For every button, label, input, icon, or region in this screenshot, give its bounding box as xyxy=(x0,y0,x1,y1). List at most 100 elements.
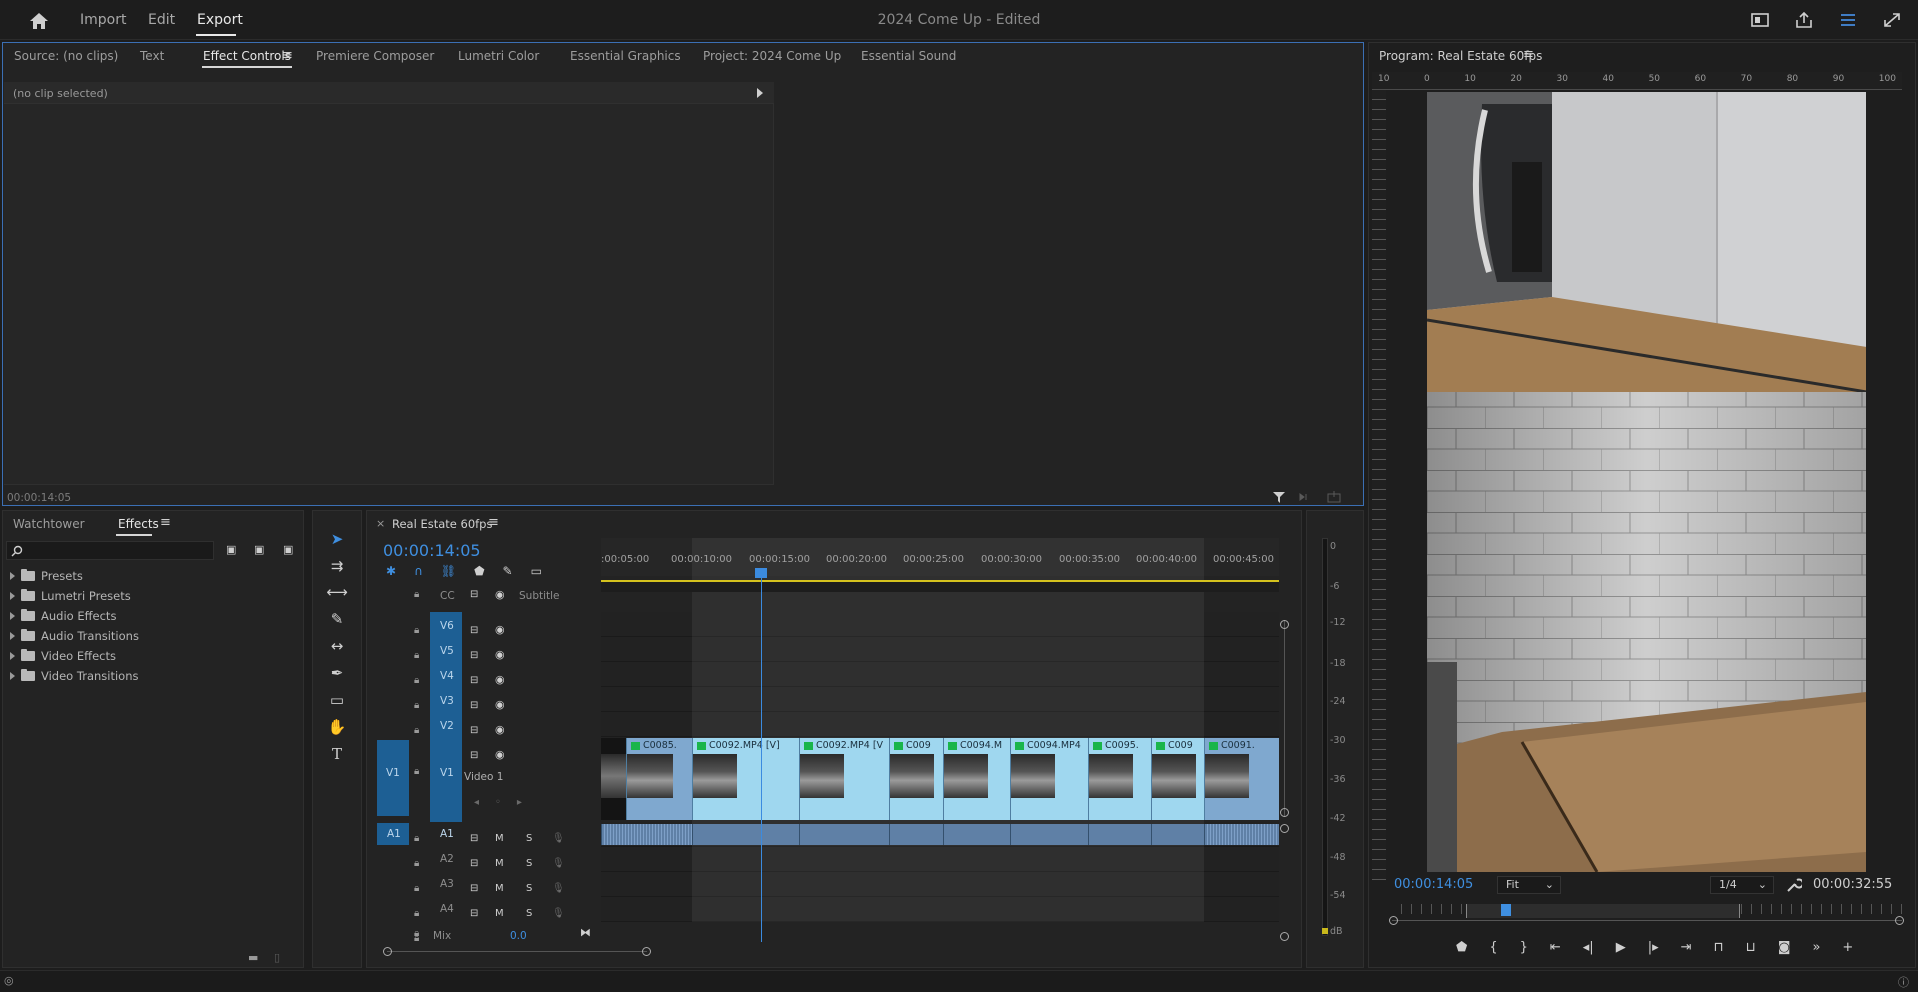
mute-button[interactable]: M xyxy=(495,826,504,851)
scroll-handle-right[interactable] xyxy=(1895,916,1904,925)
solo-button[interactable]: S xyxy=(526,851,532,876)
delete-icon[interactable]: ▯ xyxy=(274,951,280,964)
vertical-scrollbar-video[interactable] xyxy=(1284,620,1285,816)
eye-icon[interactable]: ◉ xyxy=(495,717,505,742)
toggle-sync-icon[interactable]: ⊟ xyxy=(470,876,478,901)
track-name-v2[interactable]: V2 xyxy=(440,720,454,732)
export-frame-icon[interactable] xyxy=(1326,490,1342,504)
razor-tool-icon[interactable]: ✎ xyxy=(322,607,352,631)
more-icon[interactable]: » xyxy=(1812,940,1820,955)
track-name-a3[interactable]: A3 xyxy=(440,878,454,890)
accelerated-effects-icon[interactable]: ▣ xyxy=(226,543,236,556)
tree-item-video-transitions[interactable]: Video Transitions xyxy=(10,667,138,685)
panel-menu-icon[interactable]: ≡ xyxy=(282,48,293,63)
step-back-icon[interactable]: ◂| xyxy=(1583,940,1594,955)
mark-out-icon[interactable]: } xyxy=(1520,940,1528,955)
microphone-icon[interactable]: 🎙︎ xyxy=(552,876,565,901)
microphone-icon[interactable]: 🎙︎ xyxy=(552,826,565,851)
expand-caret-icon[interactable] xyxy=(10,632,15,640)
snap-magnet-icon[interactable]: ∩ xyxy=(414,564,423,578)
timeline-settings-icon[interactable]: ✎ xyxy=(503,564,513,578)
track-name-a1[interactable]: A1 xyxy=(440,828,454,840)
audio-clip[interactable] xyxy=(889,824,943,845)
mark-in-icon[interactable]: { xyxy=(1489,940,1497,955)
render-audio-icon[interactable] xyxy=(1298,490,1314,504)
expand-caret-icon[interactable] xyxy=(10,592,15,600)
video-clip[interactable]: C009 xyxy=(889,738,943,820)
effects-menu-icon[interactable]: ≡ xyxy=(160,515,171,530)
solo-button[interactable]: S xyxy=(526,901,532,926)
expand-caret-icon[interactable] xyxy=(10,612,15,620)
effects-search-input[interactable] xyxy=(6,541,214,560)
type-tool-icon[interactable]: T xyxy=(322,742,352,766)
tab-essential-graphics[interactable]: Essential Graphics xyxy=(570,49,681,63)
audio-clip[interactable] xyxy=(1010,824,1088,845)
tree-item-lumetri-presets[interactable]: Lumetri Presets xyxy=(10,587,131,605)
toggle-sync-icon[interactable]: ⊟ xyxy=(470,693,478,718)
expand-caret-icon[interactable] xyxy=(10,652,15,660)
mute-button[interactable]: M xyxy=(495,851,504,876)
video-clip-edge[interactable] xyxy=(1266,738,1279,820)
eye-icon[interactable]: ◉ xyxy=(495,667,505,692)
32bit-effects-icon[interactable]: ▣ xyxy=(254,543,264,556)
toggle-sync-icon[interactable]: ⊟ xyxy=(470,826,478,851)
eye-icon[interactable]: ◉ xyxy=(495,642,505,667)
track-select-tool-icon[interactable]: ⇉ xyxy=(322,554,352,578)
solo-button[interactable]: S xyxy=(526,826,532,851)
lock-icon[interactable]: 🔒︎ xyxy=(414,826,419,851)
track-name-v3[interactable]: V3 xyxy=(440,695,454,707)
toggle-sync-icon[interactable]: ⊟ xyxy=(470,643,478,668)
eye-icon[interactable]: ◉ xyxy=(495,692,505,717)
track-name-v1[interactable]: V1 xyxy=(440,767,454,779)
video-clip[interactable]: C0094.MP4 xyxy=(1010,738,1088,820)
video-clip[interactable]: C0085. xyxy=(626,738,692,820)
tab-effects[interactable]: Effects xyxy=(118,517,159,531)
lock-icon[interactable]: 🔒︎ xyxy=(414,693,419,718)
hand-tool-icon[interactable]: ✋ xyxy=(322,715,352,739)
lock-icon[interactable]: 🔒︎ xyxy=(414,668,419,693)
audio-clip[interactable] xyxy=(1151,824,1204,845)
tab-essential-sound[interactable]: Essential Sound xyxy=(861,49,956,63)
audio-clip[interactable] xyxy=(943,824,1010,845)
lift-icon[interactable]: ⊓ xyxy=(1714,940,1724,955)
tree-item-audio-transitions[interactable]: Audio Transitions xyxy=(10,627,139,645)
add-button-icon[interactable]: + xyxy=(1842,940,1853,955)
tab-project[interactable]: Project: 2024 Come Up xyxy=(703,49,841,63)
program-timecode[interactable]: 00:00:14:05 xyxy=(1394,877,1473,892)
extract-icon[interactable]: ⊔ xyxy=(1746,940,1756,955)
toggle-sync-icon[interactable]: ⊟ xyxy=(470,851,478,876)
captions-icon[interactable]: ▭ xyxy=(531,564,542,578)
toggle-sync-icon[interactable]: ⊟ xyxy=(470,743,478,768)
audio-clip[interactable] xyxy=(1088,824,1151,845)
linked-selection-icon[interactable]: ⛓ xyxy=(441,564,456,578)
slip-tool-icon[interactable]: ↔ xyxy=(322,634,352,658)
sequence-menu-icon[interactable]: ≡ xyxy=(488,515,499,530)
scroll-handle-left[interactable] xyxy=(1389,916,1398,925)
info-icon[interactable]: ⓘ xyxy=(1898,974,1909,990)
scroll-handle-left[interactable] xyxy=(383,947,392,956)
camera-icon[interactable]: ◙ xyxy=(1778,940,1791,955)
track-name-a4[interactable]: A4 xyxy=(440,903,454,915)
resolution-select[interactable]: 1/4 ⌄ xyxy=(1710,876,1774,894)
timeline-timecode[interactable]: 00:00:14:05 xyxy=(383,541,481,560)
go-to-out-icon[interactable]: ⇥ xyxy=(1681,940,1692,955)
add-marker-icon[interactable]: ⬟ xyxy=(474,564,484,578)
tree-item-video-effects[interactable]: Video Effects xyxy=(10,647,116,665)
expand-caret-icon[interactable] xyxy=(10,672,15,680)
program-menu-icon[interactable]: ≡ xyxy=(1523,47,1534,62)
audio-clip[interactable] xyxy=(1204,824,1279,845)
solo-button[interactable]: S xyxy=(526,876,532,901)
tab-premiere-composer[interactable]: Premiere Composer xyxy=(316,49,434,63)
toggle-sync-icon[interactable]: ⊟ xyxy=(470,618,478,643)
tab-text[interactable]: Text xyxy=(140,49,164,63)
add-marker-icon[interactable]: ⬟ xyxy=(1456,940,1467,955)
lock-icon[interactable]: 🔒︎ xyxy=(414,901,419,926)
selection-tool-icon[interactable]: ➤ xyxy=(322,527,352,551)
sequence-tab[interactable]: Real Estate 60fps xyxy=(392,517,492,531)
mix-jump-icon[interactable]: ⧓ xyxy=(580,926,591,939)
mute-button[interactable]: M xyxy=(495,876,504,901)
microphone-icon[interactable]: 🎙︎ xyxy=(552,901,565,926)
nest-icon[interactable]: ✱ xyxy=(386,564,396,578)
track-name-v5[interactable]: V5 xyxy=(440,645,454,657)
lock-icon[interactable]: 🔒︎ xyxy=(414,876,419,901)
